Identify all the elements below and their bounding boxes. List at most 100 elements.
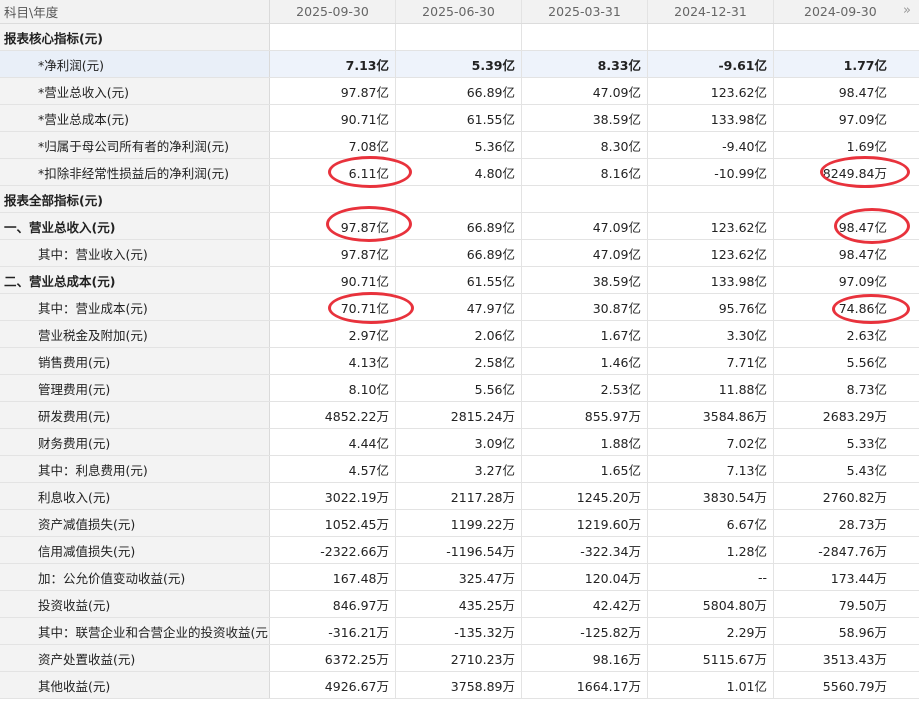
row-value-cell: 133.98亿	[648, 267, 774, 293]
table-row: 其中：联营企业和合营企业的投资收益(元) -316.21万 -135.32万 -125…	[0, 618, 919, 645]
row-value-cell: 3.09亿	[396, 429, 522, 455]
row-value-cell	[648, 24, 774, 50]
table-row: *营业总收入(元) 97.87亿 66.89亿 47.09亿 123.62亿 98.47亿	[0, 78, 919, 105]
row-value-cell: 1.28亿	[648, 537, 774, 563]
date-column-header[interactable]: 2025-09-30	[270, 0, 396, 23]
row-value-cell	[648, 186, 774, 212]
row-value-cell: 97.09亿	[838, 111, 887, 127]
row-value-cell: 123.62亿	[648, 213, 774, 239]
row-label: 其他收益(元)	[0, 672, 270, 698]
row-value-cell: 3022.19万	[270, 483, 396, 509]
row-value-cell	[522, 186, 648, 212]
row-value-cell: 1.01亿	[648, 672, 774, 698]
row-value-cell: 47.97亿	[396, 294, 522, 320]
row-value-cell	[270, 24, 396, 50]
row-value-cell: 3.27亿	[396, 456, 522, 482]
row-value-cell: 90.71亿	[270, 105, 396, 131]
row-value-cell: 1219.60万	[522, 510, 648, 536]
row-value-cell: 61.55亿	[396, 267, 522, 293]
row-value-cell	[396, 186, 522, 212]
table-row: 一、营业总收入(元) 97.87亿 66.89亿 47.09亿 123.62亿 98.47…	[0, 213, 919, 240]
row-label: *扣除非经常性损益后的净利润(元)	[0, 159, 270, 185]
row-value-cell: 2760.82万	[822, 489, 887, 505]
row-value-cell	[774, 24, 893, 50]
row-value-cell: 4926.67万	[270, 672, 396, 698]
row-value-cell: 7.13亿	[270, 51, 396, 77]
table-row: *扣除非经常性损益后的净利润(元) 6.11亿 4.80亿 8.16亿 -10.99亿 8…	[0, 159, 919, 186]
row-label: 报表核心指标(元)	[0, 24, 270, 50]
table-row: 信用减值损失(元) -2322.66万 -1196.54万 -322.34万 1.28亿…	[0, 537, 919, 564]
row-label: 一、营业总收入(元)	[0, 213, 270, 239]
row-value-cell: 8.73亿	[846, 381, 887, 397]
date-column-header[interactable]: 2025-06-30	[396, 0, 522, 23]
row-value-cell: 4.13亿	[270, 348, 396, 374]
table-row: 研发费用(元) 4852.22万 2815.24万 855.97万 3584.86万 26…	[0, 402, 919, 429]
row-value-cell: 123.62亿	[648, 240, 774, 266]
row-value-cell: 2.29万	[648, 618, 774, 644]
date-column-header[interactable]: 2025-03-31	[522, 0, 648, 23]
row-value-cell: 2.97亿	[270, 321, 396, 347]
row-value-cell: 5.43亿	[846, 462, 887, 478]
row-value-cell: 47.09亿	[522, 213, 648, 239]
row-label: 资产减值损失(元)	[0, 510, 270, 536]
row-value-cell: 3513.43万	[822, 651, 887, 667]
row-value-cell: 95.76亿	[648, 294, 774, 320]
row-value-cell: 1.69亿	[846, 138, 887, 154]
row-value-cell: 11.88亿	[648, 375, 774, 401]
row-value-cell: -2847.76万	[818, 543, 887, 559]
row-value-cell: 98.47亿	[838, 246, 887, 262]
row-value-cell: 2117.28万	[396, 483, 522, 509]
row-value-cell: 47.09亿	[522, 78, 648, 104]
row-value-cell: 3758.89万	[396, 672, 522, 698]
row-value-cell: 846.97万	[270, 591, 396, 617]
row-value-cell: 1.77亿	[843, 57, 887, 73]
row-value-cell: 7.08亿	[270, 132, 396, 158]
row-value-cell: 8.16亿	[522, 159, 648, 185]
row-value-cell: --	[648, 564, 774, 590]
row-value-cell: 1199.22万	[396, 510, 522, 536]
date-column-header[interactable]: 2024-09-30	[774, 0, 893, 23]
row-value-cell: 4.44亿	[270, 429, 396, 455]
row-value-cell: 58.96万	[838, 624, 887, 640]
row-value-cell: 4852.22万	[270, 402, 396, 428]
row-value-cell: 8.10亿	[270, 375, 396, 401]
double-chevron-right-icon[interactable]: »	[903, 3, 911, 18]
row-value-cell: 855.97万	[522, 402, 648, 428]
row-label: 二、营业总成本(元)	[0, 267, 270, 293]
table-row: 投资收益(元) 846.97万 435.25万 42.42万 5804.80万 79.50…	[0, 591, 919, 618]
row-value-cell: 1.46亿	[522, 348, 648, 374]
row-value-cell: 97.87亿	[270, 240, 396, 266]
row-value-cell: 2.63亿	[846, 327, 887, 343]
row-value-cell: -9.40亿	[648, 132, 774, 158]
row-value-cell: 5.56亿	[846, 354, 887, 370]
date-column-header[interactable]: 2024-12-31	[648, 0, 774, 23]
row-value-cell: 61.55亿	[396, 105, 522, 131]
row-label: 销售费用(元)	[0, 348, 270, 374]
row-value-cell: 8.30亿	[522, 132, 648, 158]
row-value-cell: 98.47亿	[838, 84, 887, 100]
table-row: 营业税金及附加(元) 2.97亿 2.06亿 1.67亿 3.30亿 2.63亿	[0, 321, 919, 348]
row-value-cell: 66.89亿	[396, 213, 522, 239]
row-value-cell: 1.65亿	[522, 456, 648, 482]
row-value-cell: 97.87亿	[270, 213, 396, 239]
row-value-cell: 2.53亿	[522, 375, 648, 401]
row-value-cell: 28.73万	[838, 516, 887, 532]
row-value-cell: 8249.84万	[822, 165, 887, 181]
row-label: 投资收益(元)	[0, 591, 270, 617]
row-value-cell: 1664.17万	[522, 672, 648, 698]
row-value-cell: 1052.45万	[270, 510, 396, 536]
row-value-cell: 5115.67万	[648, 645, 774, 671]
row-value-cell: 66.89亿	[396, 78, 522, 104]
row-value-cell: 3584.86万	[648, 402, 774, 428]
row-label: *归属于母公司所有者的净利润(元)	[0, 132, 270, 158]
row-label: 其中：利息费用(元)	[0, 456, 270, 482]
table-row: 报表核心指标(元)	[0, 24, 919, 51]
row-value-cell: -1196.54万	[396, 537, 522, 563]
row-label: 营业税金及附加(元)	[0, 321, 270, 347]
table-row: 加：公允价值变动收益(元) 167.48万 325.47万 120.04万 -- 173.…	[0, 564, 919, 591]
table-row: 资产处置收益(元) 6372.25万 2710.23万 98.16万 5115.67万 3…	[0, 645, 919, 672]
row-value-cell: 97.09亿	[838, 273, 887, 289]
table-row: 管理费用(元) 8.10亿 5.56亿 2.53亿 11.88亿 8.73亿	[0, 375, 919, 402]
row-value-cell: -316.21万	[270, 618, 396, 644]
row-label: *净利润(元)	[0, 51, 270, 77]
